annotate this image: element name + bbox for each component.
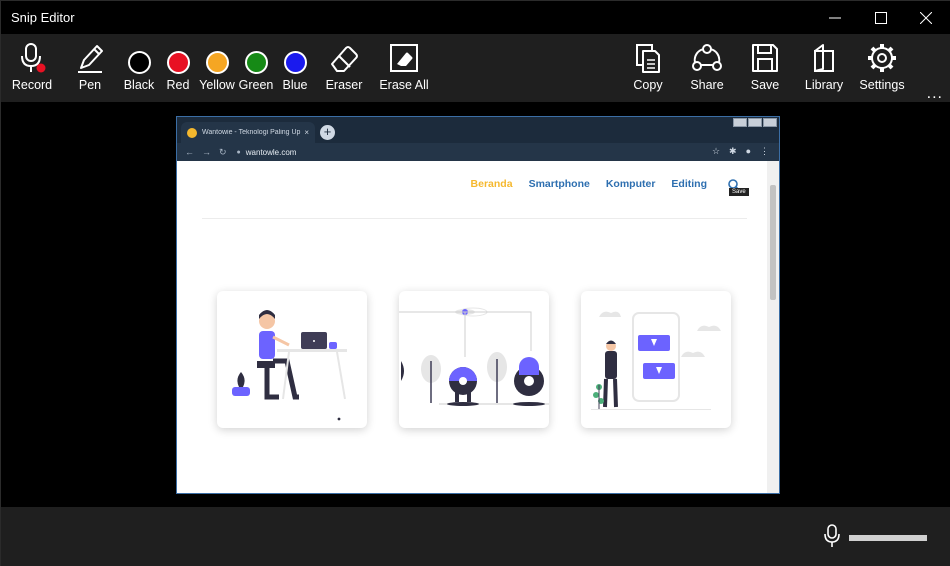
record-button[interactable]: Record	[9, 34, 55, 102]
pen-button[interactable]: Pen	[69, 34, 111, 102]
library-icon	[814, 44, 834, 72]
tooltip: Save	[729, 188, 749, 196]
profile-icon: ●	[745, 146, 751, 156]
erase-all-icon	[390, 44, 418, 72]
eraser-button[interactable]: Eraser	[323, 34, 365, 102]
webpage-content: Beranda Smartphone Komputer Editing Save	[177, 161, 767, 493]
maximize-button[interactable]	[858, 1, 904, 34]
share-icon	[692, 44, 722, 71]
color-green-button[interactable]: Green	[238, 34, 274, 102]
favicon-icon	[187, 127, 197, 138]
illustration-card-download	[581, 291, 731, 428]
browser-window-controls	[733, 118, 777, 127]
settings-button[interactable]: Settings	[857, 34, 907, 102]
minimize-button[interactable]	[812, 1, 858, 34]
url-text: wantowle.com	[245, 147, 297, 157]
site-nav-item: Komputer	[605, 178, 656, 190]
phone-download-illustration	[591, 311, 721, 410]
close-icon	[763, 118, 777, 127]
snip-editor-window: Snip Editor Record Pen Black Red Yellow …	[0, 0, 950, 566]
maximize-icon	[875, 11, 887, 24]
close-button[interactable]	[903, 1, 949, 34]
browser-tab: Wantowie - Teknologi Paling Up... ×	[181, 122, 315, 143]
close-icon	[920, 11, 932, 24]
scrollbar	[767, 161, 779, 493]
new-tab-icon: +	[320, 125, 335, 140]
color-swatch-blue	[283, 51, 307, 74]
browser-tab-title: Wantowie - Teknologi Paling Up...	[202, 129, 302, 136]
site-nav-item: Editing	[671, 178, 707, 190]
save-button[interactable]: Save	[745, 34, 785, 102]
title-bar: Snip Editor	[1, 1, 950, 34]
site-nav-active: Beranda	[470, 178, 513, 190]
tab-close-icon: ×	[304, 128, 309, 137]
more-options-button[interactable]: ...	[927, 85, 943, 103]
save-icon	[752, 44, 778, 72]
site-navigation: Beranda Smartphone Komputer Editing	[471, 178, 707, 190]
minimize-icon	[829, 17, 841, 18]
color-swatch-black	[127, 51, 151, 74]
illustration-card-workdesk	[217, 291, 367, 428]
forward-icon: →	[202, 147, 211, 157]
color-black-button[interactable]: Black	[121, 34, 157, 102]
microphone-icon[interactable]	[823, 524, 841, 548]
color-swatch-green	[244, 51, 268, 74]
library-button[interactable]: Library	[801, 34, 847, 102]
lock-icon: ●	[236, 148, 241, 156]
divider	[202, 218, 747, 219]
scrollbar-thumb	[770, 185, 776, 300]
snip-canvas[interactable]: Wantowie - Teknologi Paling Up... × + ← …	[1, 102, 950, 507]
reload-icon: ↻	[219, 146, 227, 157]
toolbar: Record Pen Black Red Yellow Green Blue E…	[1, 34, 950, 102]
minimize-icon	[733, 118, 747, 127]
person-at-desk-illustration	[232, 310, 347, 421]
color-red-button[interactable]: Red	[161, 34, 195, 102]
illustration-card-devices	[399, 291, 549, 428]
color-blue-button[interactable]: Blue	[278, 34, 312, 102]
browser-tab-strip: Wantowie - Teknologi Paling Up... × +	[177, 117, 779, 143]
maximize-icon	[748, 118, 762, 127]
playback-bar	[1, 507, 950, 566]
menu-icon: ⋮	[760, 146, 769, 156]
back-icon: ←	[185, 147, 194, 157]
color-yellow-button[interactable]: Yellow	[197, 34, 237, 102]
copy-icon	[636, 44, 660, 73]
site-nav-item: Smartphone	[528, 178, 590, 190]
eraser-icon	[331, 46, 358, 72]
gear-icon	[868, 44, 896, 72]
extensions-icon: ✱	[729, 146, 737, 156]
browser-address-bar: ← → ↻ ● wantowle.com ☆ ✱ ● ⋮	[177, 143, 779, 161]
pen-icon	[78, 45, 103, 73]
share-button[interactable]: Share	[685, 34, 729, 102]
app-title: Snip Editor	[11, 10, 75, 25]
copy-button[interactable]: Copy	[627, 34, 669, 102]
audio-level-bar[interactable]	[849, 535, 927, 541]
color-swatch-red	[166, 51, 190, 74]
erase-all-button[interactable]: Erase All	[379, 34, 429, 102]
color-swatch-yellow	[205, 51, 229, 74]
captured-screenshot[interactable]: Wantowie - Teknologi Paling Up... × + ← …	[176, 116, 780, 494]
microphone-icon	[21, 43, 46, 73]
star-icon: ☆	[711, 146, 721, 156]
devices-illustration	[399, 307, 549, 406]
